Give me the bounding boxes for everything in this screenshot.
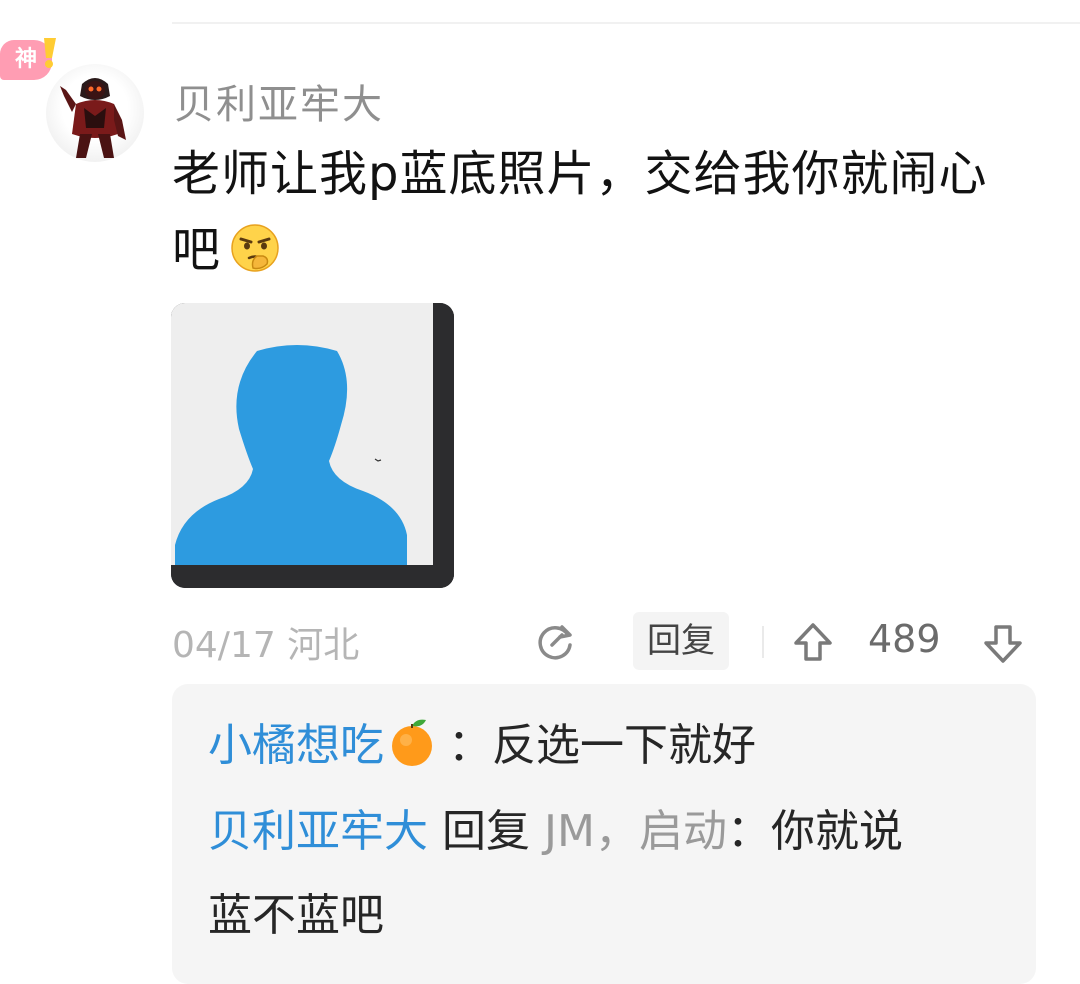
reply-separator: ： — [726, 806, 771, 857]
upvote-icon[interactable] — [790, 620, 836, 666]
vote-count: 489 — [868, 617, 941, 661]
tangerine-emoji — [392, 719, 432, 766]
replies-panel[interactable]: 小橘想吃 ：反选一下就好 贝利亚牢大 回复 JM，启动：你就说 蓝不蓝吧 — [172, 684, 1036, 984]
comment-text-line1: 老师让我p蓝底照片，交给我你就闹心 — [172, 146, 988, 202]
comment-text-line2: 吧 — [172, 222, 222, 278]
comment-meta: 04/17 河北 — [172, 616, 359, 668]
share-icon[interactable] — [532, 619, 578, 665]
top-divider — [172, 22, 1080, 24]
comment-location: 河北 — [287, 625, 360, 666]
reply-author[interactable]: 小橘想吃 — [208, 720, 384, 771]
downvote-icon[interactable] — [980, 620, 1026, 666]
reply-author[interactable]: 贝利亚牢大 — [208, 806, 428, 857]
reply-word: 回复 — [442, 806, 530, 857]
comment-photo[interactable] — [171, 303, 454, 588]
reply-button[interactable]: 回复 — [633, 612, 729, 670]
reply-text-line2: 蓝不蓝吧 — [208, 890, 384, 941]
action-divider — [762, 626, 764, 658]
comment-date: 04/17 — [172, 625, 276, 666]
comment-text: 老师让我p蓝底照片，交给我你就闹心 吧 — [172, 136, 1032, 288]
reply-item[interactable]: 小橘想吃 ：反选一下就好 — [208, 704, 756, 788]
reply-item[interactable]: 贝利亚牢大 回复 JM，启动：你就说 — [208, 790, 903, 874]
reply-to-user[interactable]: JM，启动 — [544, 806, 727, 857]
reply-text: 反选一下就好 — [492, 720, 756, 771]
exclamation-icon — [44, 38, 56, 68]
reply-text-line1: 你就说 — [770, 806, 903, 857]
reply-separator: ： — [448, 720, 492, 771]
shen-badge: 神 — [0, 38, 56, 80]
thinking-face-emoji — [231, 224, 279, 272]
reply-text-continued: 蓝不蓝吧 — [208, 874, 384, 958]
avatar[interactable] — [46, 64, 144, 162]
comment-username[interactable]: 贝利亚牢大 — [174, 72, 384, 130]
